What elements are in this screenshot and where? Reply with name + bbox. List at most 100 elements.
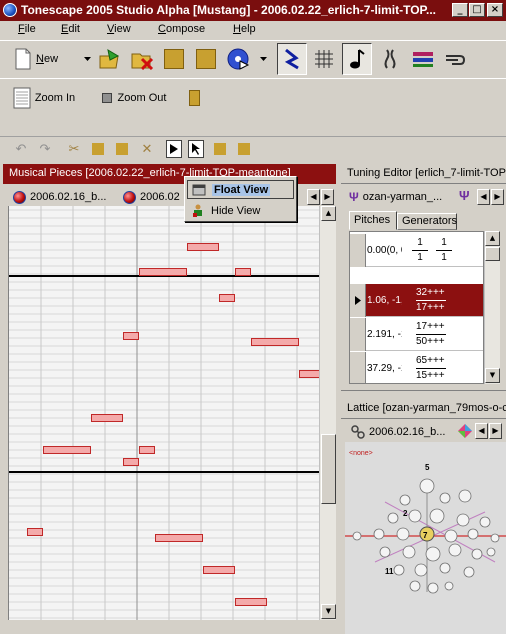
connect-button[interactable] bbox=[441, 44, 469, 74]
undo-icon[interactable]: ↶ bbox=[12, 137, 30, 161]
menu-view[interactable]: View bbox=[107, 23, 131, 35]
select-forward-button[interactable] bbox=[166, 140, 182, 158]
scroll-down-button[interactable]: ▼ bbox=[321, 604, 336, 619]
new-button[interactable]: New bbox=[14, 44, 74, 74]
menu-help[interactable]: Help bbox=[233, 23, 256, 35]
pitch-row-selected[interactable]: 1.06, -1, 32+++ 17+++ bbox=[350, 284, 483, 317]
maximize-button[interactable]: □ bbox=[469, 3, 485, 17]
note-block[interactable] bbox=[139, 446, 155, 454]
close-button[interactable]: × bbox=[487, 3, 503, 17]
stop-button[interactable] bbox=[212, 140, 228, 158]
delete-icon[interactable]: ✕ bbox=[138, 137, 156, 161]
app-globe-icon[interactable] bbox=[3, 3, 17, 17]
zoom-in-label: Zoom In bbox=[34, 92, 76, 104]
lattice-node bbox=[439, 562, 451, 574]
lattice-node bbox=[486, 547, 496, 557]
menu-bar: File Edit View Compose Help bbox=[0, 21, 506, 40]
copy-button[interactable] bbox=[90, 137, 106, 161]
open-button[interactable] bbox=[96, 44, 124, 74]
piece-tab-2[interactable]: 2006.02 bbox=[119, 187, 189, 207]
tab-scroll-right-button[interactable]: ▶ bbox=[321, 189, 334, 205]
pitch-row[interactable]: 0.00(0, 0, 11 11 bbox=[350, 234, 483, 267]
note-block[interactable] bbox=[235, 598, 267, 606]
piano-roll-vscroll[interactable]: ▲ ▼ bbox=[319, 206, 336, 620]
paste-button[interactable] bbox=[114, 137, 130, 161]
redo-icon[interactable]: ↷ bbox=[36, 137, 54, 161]
note-block[interactable] bbox=[139, 268, 187, 276]
note-block[interactable] bbox=[27, 528, 43, 536]
scroll-up-button[interactable]: ▲ bbox=[321, 206, 336, 221]
pitch-row[interactable]: 37.29, -1 65+++15+++ bbox=[350, 352, 483, 383]
grid-button[interactable] bbox=[310, 44, 338, 74]
save-button[interactable] bbox=[161, 44, 187, 74]
lattice-node bbox=[490, 533, 500, 543]
select-cursor-button[interactable] bbox=[188, 140, 204, 158]
play-dropdown-arrow[interactable] bbox=[257, 44, 269, 74]
minimize-button[interactable]: _ bbox=[452, 3, 468, 17]
note-block[interactable] bbox=[123, 458, 139, 466]
tab-scroll-left-button[interactable]: ◀ bbox=[307, 189, 320, 205]
note-block[interactable] bbox=[219, 294, 235, 302]
zoom-in-button[interactable]: Zoom In bbox=[8, 83, 80, 113]
scroll-up-button[interactable]: ▲ bbox=[485, 231, 500, 246]
play-triangle-icon bbox=[170, 144, 178, 154]
new-dropdown-arrow[interactable] bbox=[80, 44, 94, 74]
stop-icon bbox=[214, 143, 226, 155]
pitch-path-icon bbox=[284, 48, 299, 70]
note-block[interactable] bbox=[203, 566, 235, 574]
lattice-link-icon bbox=[351, 425, 365, 439]
scroll-thumb[interactable] bbox=[321, 434, 336, 504]
note-block[interactable] bbox=[187, 243, 219, 251]
tuning-tab-right-button[interactable]: ▶ bbox=[491, 189, 504, 205]
row-header bbox=[350, 284, 366, 317]
folder-delete-icon bbox=[131, 53, 154, 70]
float-view-label: Float View bbox=[212, 183, 271, 196]
note-block[interactable] bbox=[91, 414, 123, 422]
menu-help-label: elp bbox=[240, 23, 256, 35]
float-view-menu-item[interactable]: Float View bbox=[187, 180, 294, 199]
paste-icon bbox=[116, 143, 128, 155]
menu-compose[interactable]: Compose bbox=[158, 23, 205, 35]
note-block[interactable] bbox=[155, 534, 203, 542]
pitch-row[interactable]: 2.191, -1 17+++50+++ bbox=[350, 318, 483, 351]
lattice-node bbox=[408, 509, 422, 523]
lattice-view[interactable]: <none> 7 2 5 11 bbox=[345, 442, 506, 634]
hide-view-menu-item[interactable]: Hide View bbox=[187, 201, 294, 220]
lattice-node bbox=[444, 529, 458, 543]
piece-tab-1[interactable]: 2006.02.16_b... bbox=[9, 187, 117, 207]
note-block[interactable] bbox=[251, 338, 299, 346]
menu-file[interactable]: File bbox=[18, 23, 36, 35]
lattice-tab-left-button[interactable]: ◀ bbox=[475, 423, 488, 439]
pitch-cents: 0.00(0, 0, bbox=[367, 245, 402, 256]
note-block[interactable] bbox=[123, 332, 139, 340]
save-as-button[interactable] bbox=[193, 44, 219, 74]
menu-edit[interactable]: Edit bbox=[61, 23, 80, 35]
cut-icon[interactable]: ✂ bbox=[66, 137, 82, 161]
tuning-bars-button[interactable] bbox=[409, 44, 437, 74]
lattice-tab-right-button[interactable]: ▶ bbox=[489, 423, 502, 439]
panel-divider[interactable] bbox=[341, 390, 506, 394]
note-block[interactable] bbox=[43, 446, 91, 454]
tuning-tab[interactable]: Ψ ozan-yarman_... bbox=[345, 187, 453, 207]
bone-tool-button[interactable] bbox=[376, 44, 404, 74]
note-block[interactable] bbox=[299, 370, 319, 378]
tuning-fork-icon: Ψ bbox=[349, 190, 359, 204]
pitch-ratio: 11 bbox=[412, 236, 428, 265]
play-button[interactable] bbox=[224, 44, 252, 74]
pitches-tab[interactable]: Pitches bbox=[349, 211, 397, 230]
lattice-tab[interactable]: 2006.02.16_b... bbox=[347, 422, 451, 442]
note-block[interactable] bbox=[235, 268, 251, 276]
zoom-fit-button[interactable] bbox=[186, 83, 202, 113]
close-file-button[interactable] bbox=[128, 44, 156, 74]
scroll-thumb[interactable] bbox=[485, 247, 500, 261]
tuning-tab-left-button[interactable]: ◀ bbox=[477, 189, 490, 205]
piano-roll[interactable] bbox=[8, 206, 319, 620]
record-button[interactable] bbox=[236, 140, 252, 158]
pointer-tool-button[interactable] bbox=[277, 43, 307, 75]
note-tool-button[interactable] bbox=[342, 43, 372, 75]
scroll-down-button[interactable]: ▼ bbox=[485, 368, 500, 383]
zoom-out-button[interactable]: Zoom Out bbox=[96, 83, 172, 113]
record-icon bbox=[238, 143, 250, 155]
generators-tab[interactable]: Generators bbox=[397, 213, 457, 230]
pitch-table-vscroll[interactable]: ▲ ▼ bbox=[484, 231, 500, 384]
